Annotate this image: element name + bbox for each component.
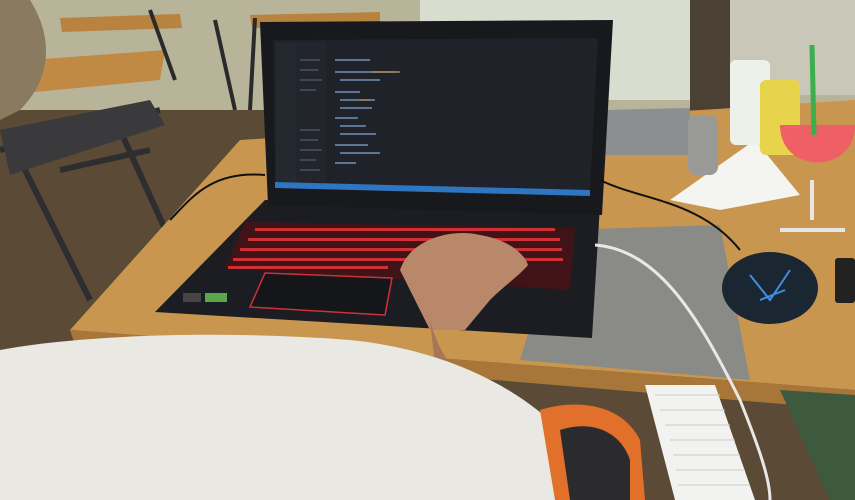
screen-sidebar [296, 42, 326, 182]
screen-activity-bar [276, 42, 296, 182]
placemat-back [602, 108, 690, 155]
sticker [205, 293, 227, 302]
salt-shaker [688, 115, 718, 175]
straw [809, 44, 817, 136]
photo-scene [0, 0, 855, 500]
window-pillar [690, 0, 730, 110]
phone [835, 258, 855, 303]
sticker-2 [183, 293, 201, 302]
scene-svg [0, 0, 855, 500]
touchpad [248, 272, 393, 316]
mouse [722, 252, 818, 324]
